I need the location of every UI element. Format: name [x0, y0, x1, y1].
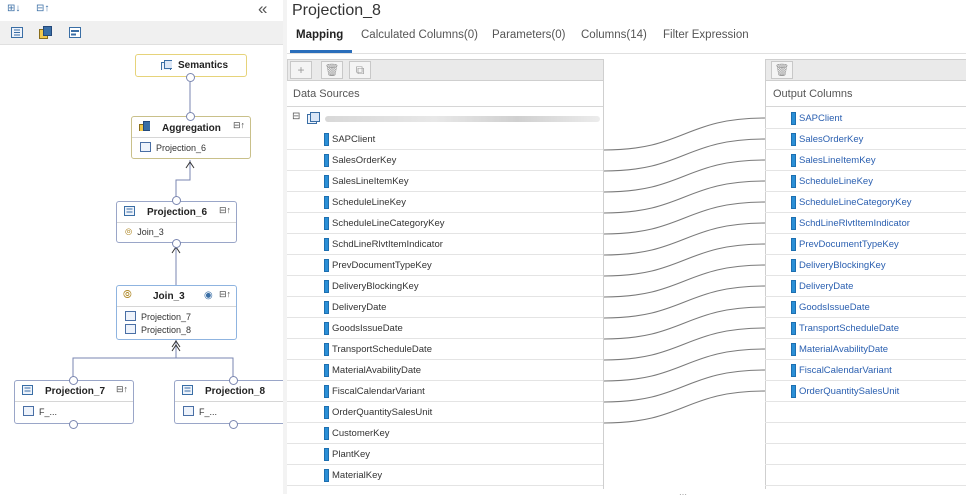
mapping-line[interactable] [603, 159, 766, 193]
mapping-line[interactable] [603, 138, 766, 172]
mapping-lines [603, 117, 766, 424]
bottom-resize-handle[interactable]: ⋯ [679, 490, 688, 499]
mapping-line[interactable] [603, 327, 766, 361]
mapping-line[interactable] [603, 180, 766, 214]
mapping-line[interactable] [603, 201, 766, 235]
mapping-line[interactable] [603, 117, 766, 151]
mapping-line[interactable] [603, 306, 766, 340]
mapping-line[interactable] [603, 348, 766, 382]
mapping-line[interactable] [603, 390, 766, 424]
mapping-line[interactable] [603, 222, 766, 256]
mapping-line[interactable] [603, 369, 766, 403]
mapping-line[interactable] [603, 285, 766, 319]
mapping-line[interactable] [603, 264, 766, 298]
mapping-line[interactable] [603, 243, 766, 277]
